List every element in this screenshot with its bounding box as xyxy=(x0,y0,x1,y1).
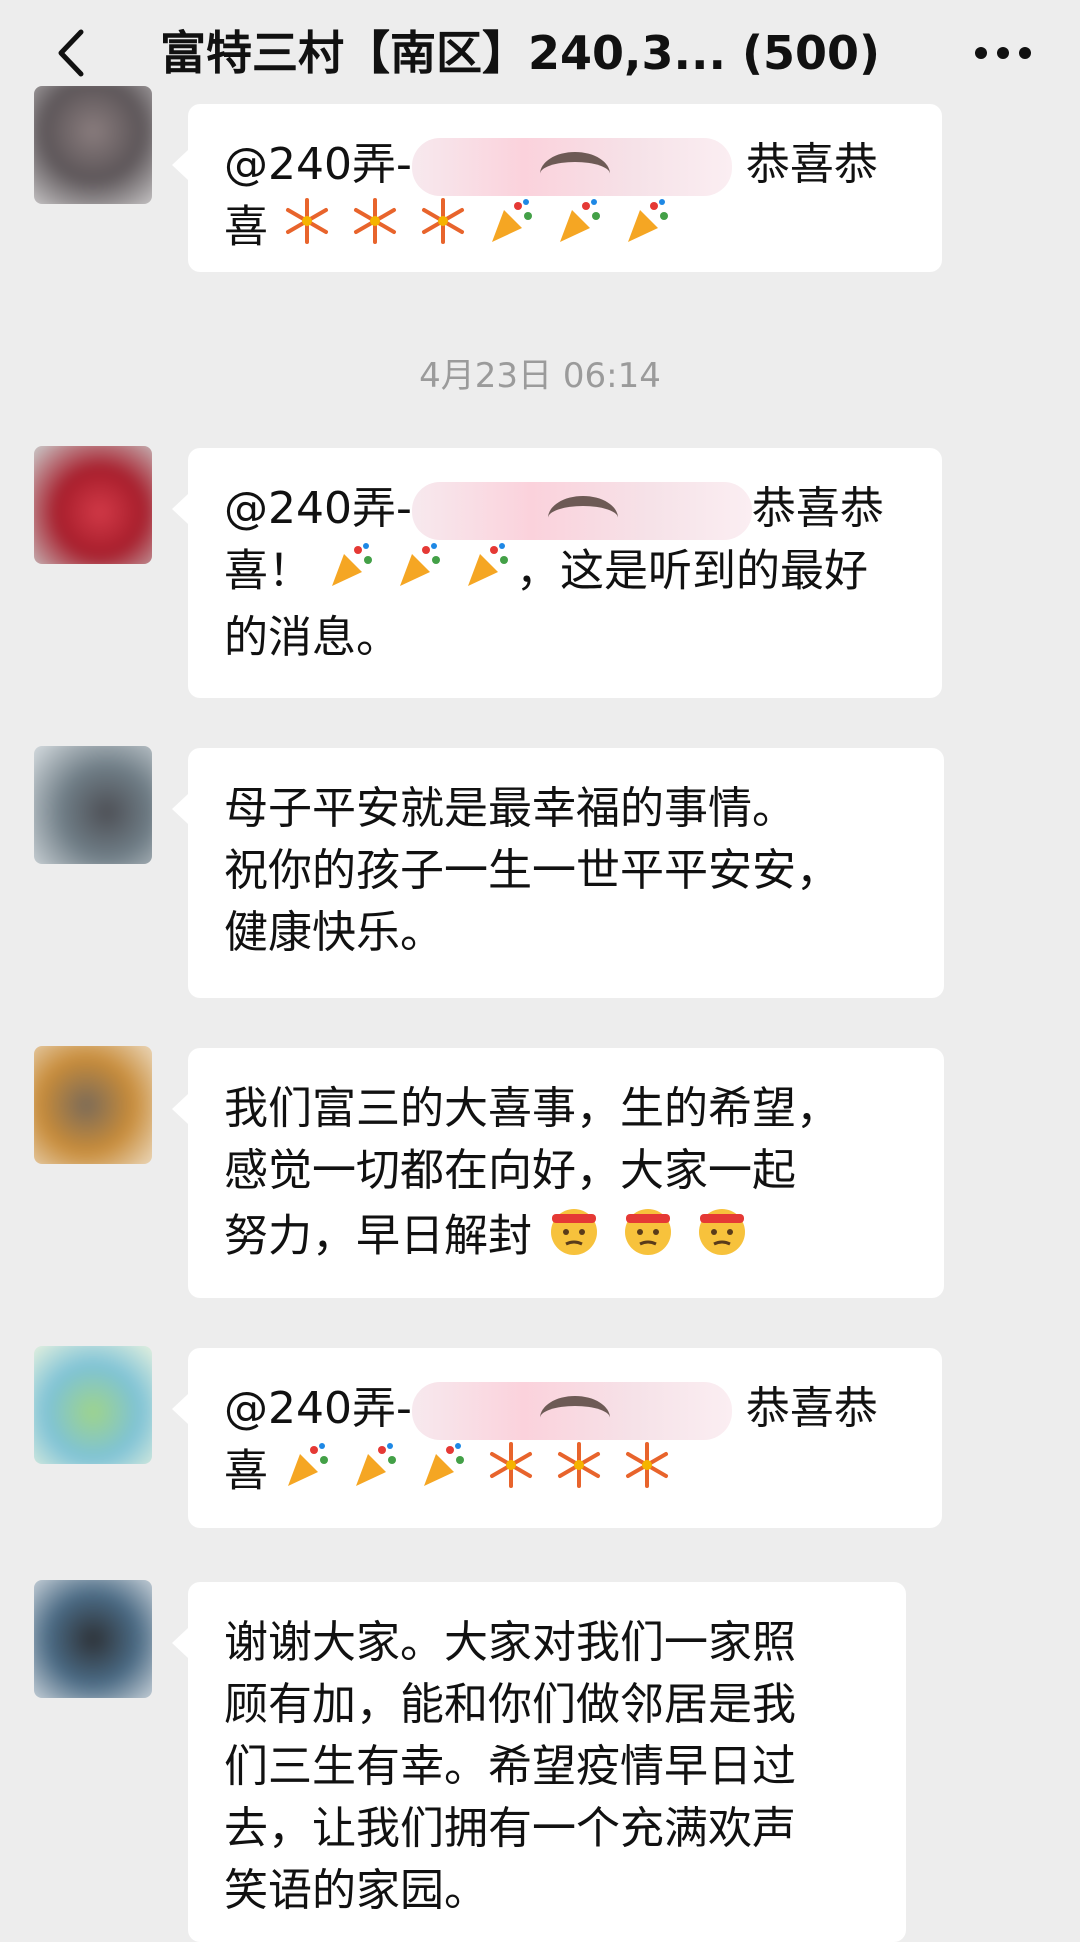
message-bubble[interactable]: 我们富三的大喜事，生的希望， 感觉一切都在向好，大家一起 努力，早日解封 xyxy=(172,1048,944,1298)
more-button[interactable] xyxy=(958,18,1048,88)
fireworks-icon xyxy=(282,196,332,263)
message-bubble[interactable]: 谢谢大家。大家对我们一家照 顾有加，能和你们做邻居是我 们三生有幸。希望疫情早日… xyxy=(172,1582,906,1942)
message-line: 感觉一切都在向好，大家一起 xyxy=(224,1145,796,1196)
fireworks-icon xyxy=(486,1440,536,1507)
message-line: 喜 xyxy=(224,196,902,263)
message-bubble[interactable]: @240弄- 恭喜恭 喜！ ，这是听到的最好 的消息。 xyxy=(172,448,942,698)
message-line: 祝你的孩子一生一世平平安安， xyxy=(224,845,840,896)
avatar[interactable] xyxy=(34,86,152,204)
party-popper-icon xyxy=(554,196,604,263)
party-popper-icon xyxy=(282,1440,332,1507)
message-timestamp: 4月23日 06:14 xyxy=(419,356,661,396)
message-bubble[interactable]: 母子平安就是最幸福的事情。 祝你的孩子一生一世平平安安， 健康快乐。 xyxy=(172,748,944,998)
redacted-name xyxy=(411,138,732,196)
message-line: 母子平安就是最幸福的事情。 xyxy=(224,783,796,834)
ellipsis-icon xyxy=(975,47,1031,59)
party-popper-icon xyxy=(462,540,512,607)
message-line: 的消息。 xyxy=(224,612,400,663)
fireworks-icon xyxy=(622,1440,672,1507)
message-line: 喜！ ，这是听到的最好 xyxy=(224,540,902,607)
message-bubble[interactable]: @240弄- 恭喜恭 喜 xyxy=(172,1348,942,1528)
avatar[interactable] xyxy=(34,446,152,564)
avatar[interactable] xyxy=(34,746,152,864)
fireworks-icon xyxy=(350,196,400,263)
fireworks-icon xyxy=(554,1440,604,1507)
face-with-headband-icon xyxy=(694,1202,750,1275)
chat-title: 富特三村【南区】240,3... (500) xyxy=(160,26,881,80)
party-popper-icon xyxy=(326,540,376,607)
redacted-name xyxy=(411,482,752,540)
party-popper-icon xyxy=(418,1440,468,1507)
face-with-headband-icon xyxy=(620,1202,676,1275)
party-popper-icon xyxy=(394,540,444,607)
avatar[interactable] xyxy=(34,1346,152,1464)
message-line: @240弄- 恭喜恭 xyxy=(224,1378,902,1440)
party-popper-icon xyxy=(350,1440,400,1507)
face-with-headband-icon xyxy=(546,1202,602,1275)
message-line: 喜 xyxy=(224,1440,902,1507)
chevron-left-icon xyxy=(58,29,84,77)
message-line: 努力，早日解封 xyxy=(224,1202,904,1275)
message-line: 我们富三的大喜事，生的希望， xyxy=(224,1083,840,1134)
redacted-name xyxy=(411,1382,732,1440)
message-line: 们三生有幸。希望疫情早日过 xyxy=(224,1741,796,1792)
back-button[interactable] xyxy=(40,18,100,88)
message-line: 去，让我们拥有一个充满欢声 xyxy=(224,1803,796,1854)
party-popper-icon xyxy=(486,196,536,263)
avatar[interactable] xyxy=(34,1046,152,1164)
message-line: @240弄- 恭喜恭 xyxy=(224,478,902,540)
fireworks-icon xyxy=(418,196,468,263)
message-line: 笑语的家园。 xyxy=(224,1865,488,1916)
chat-header: 富特三村【南区】240,3... (500) xyxy=(0,0,1080,104)
message-line: 健康快乐。 xyxy=(224,907,444,958)
party-popper-icon xyxy=(622,196,672,263)
message-line: 顾有加，能和你们做邻居是我 xyxy=(224,1679,796,1730)
avatar[interactable] xyxy=(34,1580,152,1698)
message-bubble[interactable]: @240弄- 恭喜恭 喜 xyxy=(172,104,942,272)
message-line: 谢谢大家。大家对我们一家照 xyxy=(224,1617,796,1668)
message-line: @240弄- 恭喜恭 xyxy=(224,134,902,196)
